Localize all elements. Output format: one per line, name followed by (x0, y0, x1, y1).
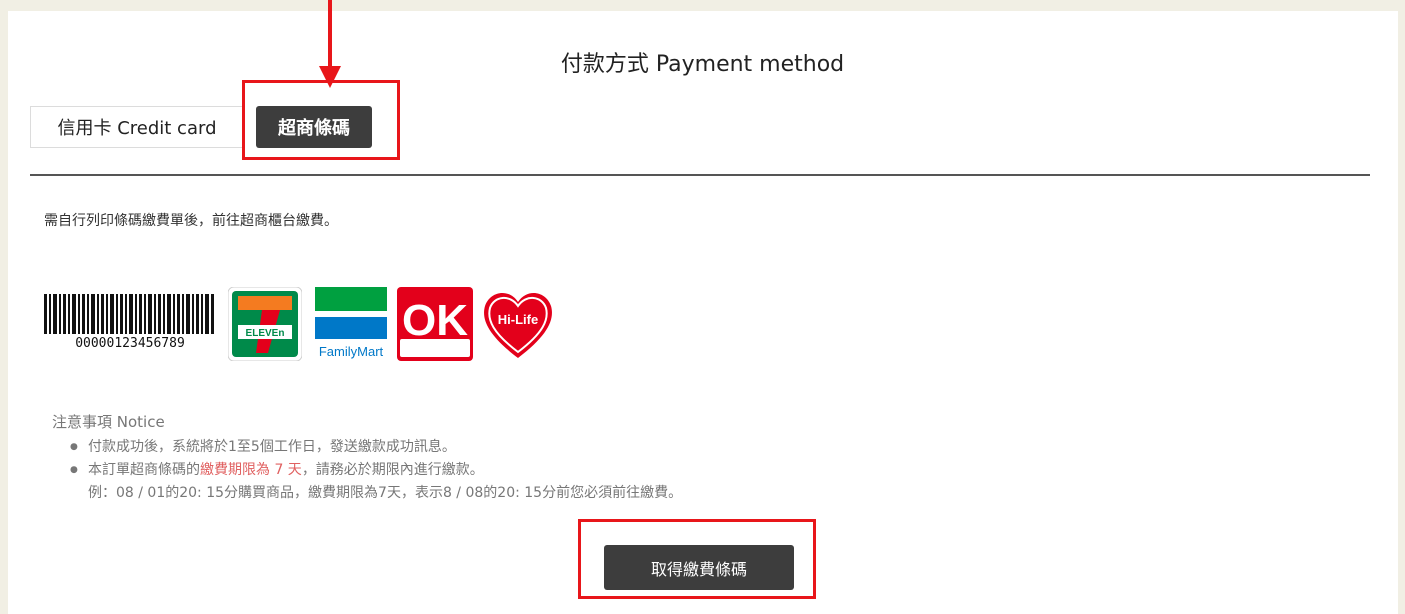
barcode-illustration: 00000123456789 (44, 294, 216, 351)
svg-text:ELEVEn: ELEVEn (246, 328, 285, 339)
payment-description: 需自行列印條碼繳費單後，前往超商櫃台繳費。 (44, 213, 338, 229)
notice-item-2-suffix: ，請務必於期限內進行繳款。 (301, 462, 484, 478)
notice-item-1-text: 付款成功後，系統將於1至5個工作日，發送繳款成功訊息。 (88, 439, 456, 455)
notice-item-2: 本訂單超商條碼的繳費期限為 7 天，請務必於期限內進行繳款。 (70, 459, 682, 482)
payment-deadline-highlight: 繳費期限為 7 天 (200, 462, 302, 478)
svg-text:Hi-Life: Hi-Life (498, 312, 538, 327)
page-title: 付款方式 Payment method (560, 52, 845, 77)
highlight-box-tab (242, 80, 400, 160)
familymart-logo: FamilyMart (315, 287, 387, 365)
notice-example: 例：08 / 01的20: 15分購買商品，繳費期限為7天，表示8 / 08的2… (88, 485, 683, 501)
notice-title: 注意事項 Notice (52, 413, 165, 431)
notice-item-1: 付款成功後，系統將於1至5個工作日，發送繳款成功訊息。 (70, 436, 682, 459)
hi-life-logo: Hi-Life (481, 286, 555, 366)
notice-list: 付款成功後，系統將於1至5個工作日，發送繳款成功訊息。 本訂單超商條碼的繳費期限… (70, 436, 682, 505)
highlight-box-button (578, 519, 816, 599)
tab-divider (30, 174, 1370, 176)
barcode-icon (44, 294, 214, 334)
seven-eleven-logo: ELEVEn (227, 286, 303, 365)
tab-credit-card[interactable]: 信用卡 Credit card (30, 106, 244, 148)
svg-text:OK: OK (402, 296, 468, 345)
ok-mart-logo: OK (397, 287, 473, 365)
svg-text:FamilyMart: FamilyMart (319, 344, 384, 359)
barcode-number: 00000123456789 (75, 336, 185, 351)
notice-item-2-prefix: 本訂單超商條碼的 (88, 462, 200, 478)
